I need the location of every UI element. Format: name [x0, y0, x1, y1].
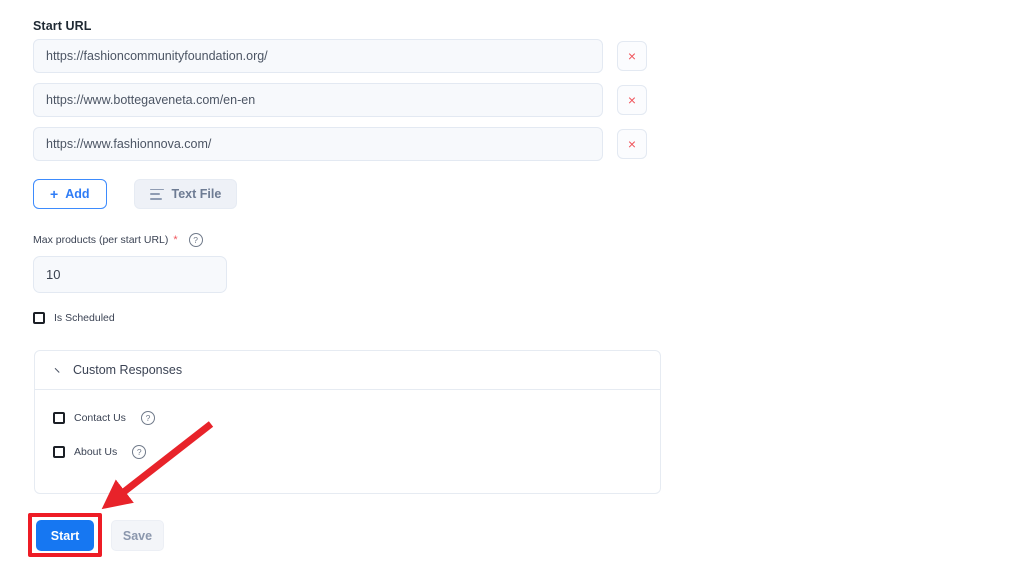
- custom-responses-body: Contact Us ? About Us ?: [35, 390, 660, 459]
- url-actions: + Add Text File: [33, 179, 238, 209]
- custom-responses-panel: Custom Responses Contact Us ? About Us ?: [34, 350, 661, 494]
- question-circle-icon[interactable]: ?: [188, 233, 203, 247]
- is-scheduled-checkbox[interactable]: [33, 312, 45, 324]
- remove-url-button-1[interactable]: ×: [617, 41, 647, 71]
- contact-us-checkbox[interactable]: [53, 412, 65, 424]
- text-file-button-label: Text File: [171, 187, 222, 201]
- text-file-button[interactable]: Text File: [133, 179, 238, 209]
- about-us-label: About Us: [74, 446, 118, 458]
- question-circle-icon[interactable]: ?: [132, 445, 147, 459]
- save-button[interactable]: Save: [111, 520, 164, 551]
- start-url-input-2[interactable]: [33, 83, 603, 117]
- is-scheduled-row[interactable]: Is Scheduled: [33, 312, 115, 324]
- add-url-button[interactable]: + Add: [33, 179, 107, 209]
- plus-icon: +: [50, 186, 59, 202]
- scraper-config-form: Start URL × × × + Add Text F: [0, 0, 1024, 561]
- is-scheduled-label: Is Scheduled: [54, 312, 115, 324]
- custom-responses-title: Custom Responses: [73, 363, 183, 377]
- close-icon: ×: [627, 92, 637, 108]
- start-url-label: Start URL: [33, 19, 92, 33]
- start-button[interactable]: Start: [36, 520, 94, 551]
- question-circle-icon[interactable]: ?: [140, 411, 155, 425]
- max-products-field: Max products (per start URL) * ?: [33, 233, 227, 293]
- custom-response-contact-us[interactable]: Contact Us ?: [53, 411, 660, 425]
- start-url-input-1[interactable]: [33, 39, 603, 73]
- required-marker: *: [173, 233, 178, 246]
- chevron-up-icon[interactable]: [51, 366, 60, 375]
- about-us-checkbox[interactable]: [53, 446, 65, 458]
- custom-responses-header[interactable]: Custom Responses: [35, 351, 660, 390]
- start-url-row: ×: [33, 127, 663, 161]
- form-footer: Start Save: [36, 520, 164, 551]
- start-url-row: ×: [33, 39, 663, 73]
- add-url-button-label: Add: [65, 187, 90, 201]
- remove-url-button-2[interactable]: ×: [617, 85, 647, 115]
- start-url-row: ×: [33, 83, 663, 117]
- max-products-label: Max products (per start URL): [33, 234, 169, 246]
- remove-url-button-3[interactable]: ×: [617, 129, 647, 159]
- close-icon: ×: [627, 48, 637, 64]
- max-products-label-row: Max products (per start URL) * ?: [33, 233, 227, 247]
- max-products-input[interactable]: [33, 256, 227, 293]
- contact-us-label: Contact Us: [74, 412, 126, 424]
- custom-response-about-us[interactable]: About Us ?: [53, 445, 660, 459]
- lines-icon: [149, 188, 164, 200]
- start-url-list: × × ×: [33, 39, 663, 171]
- close-icon: ×: [627, 136, 637, 152]
- start-url-input-3[interactable]: [33, 127, 603, 161]
